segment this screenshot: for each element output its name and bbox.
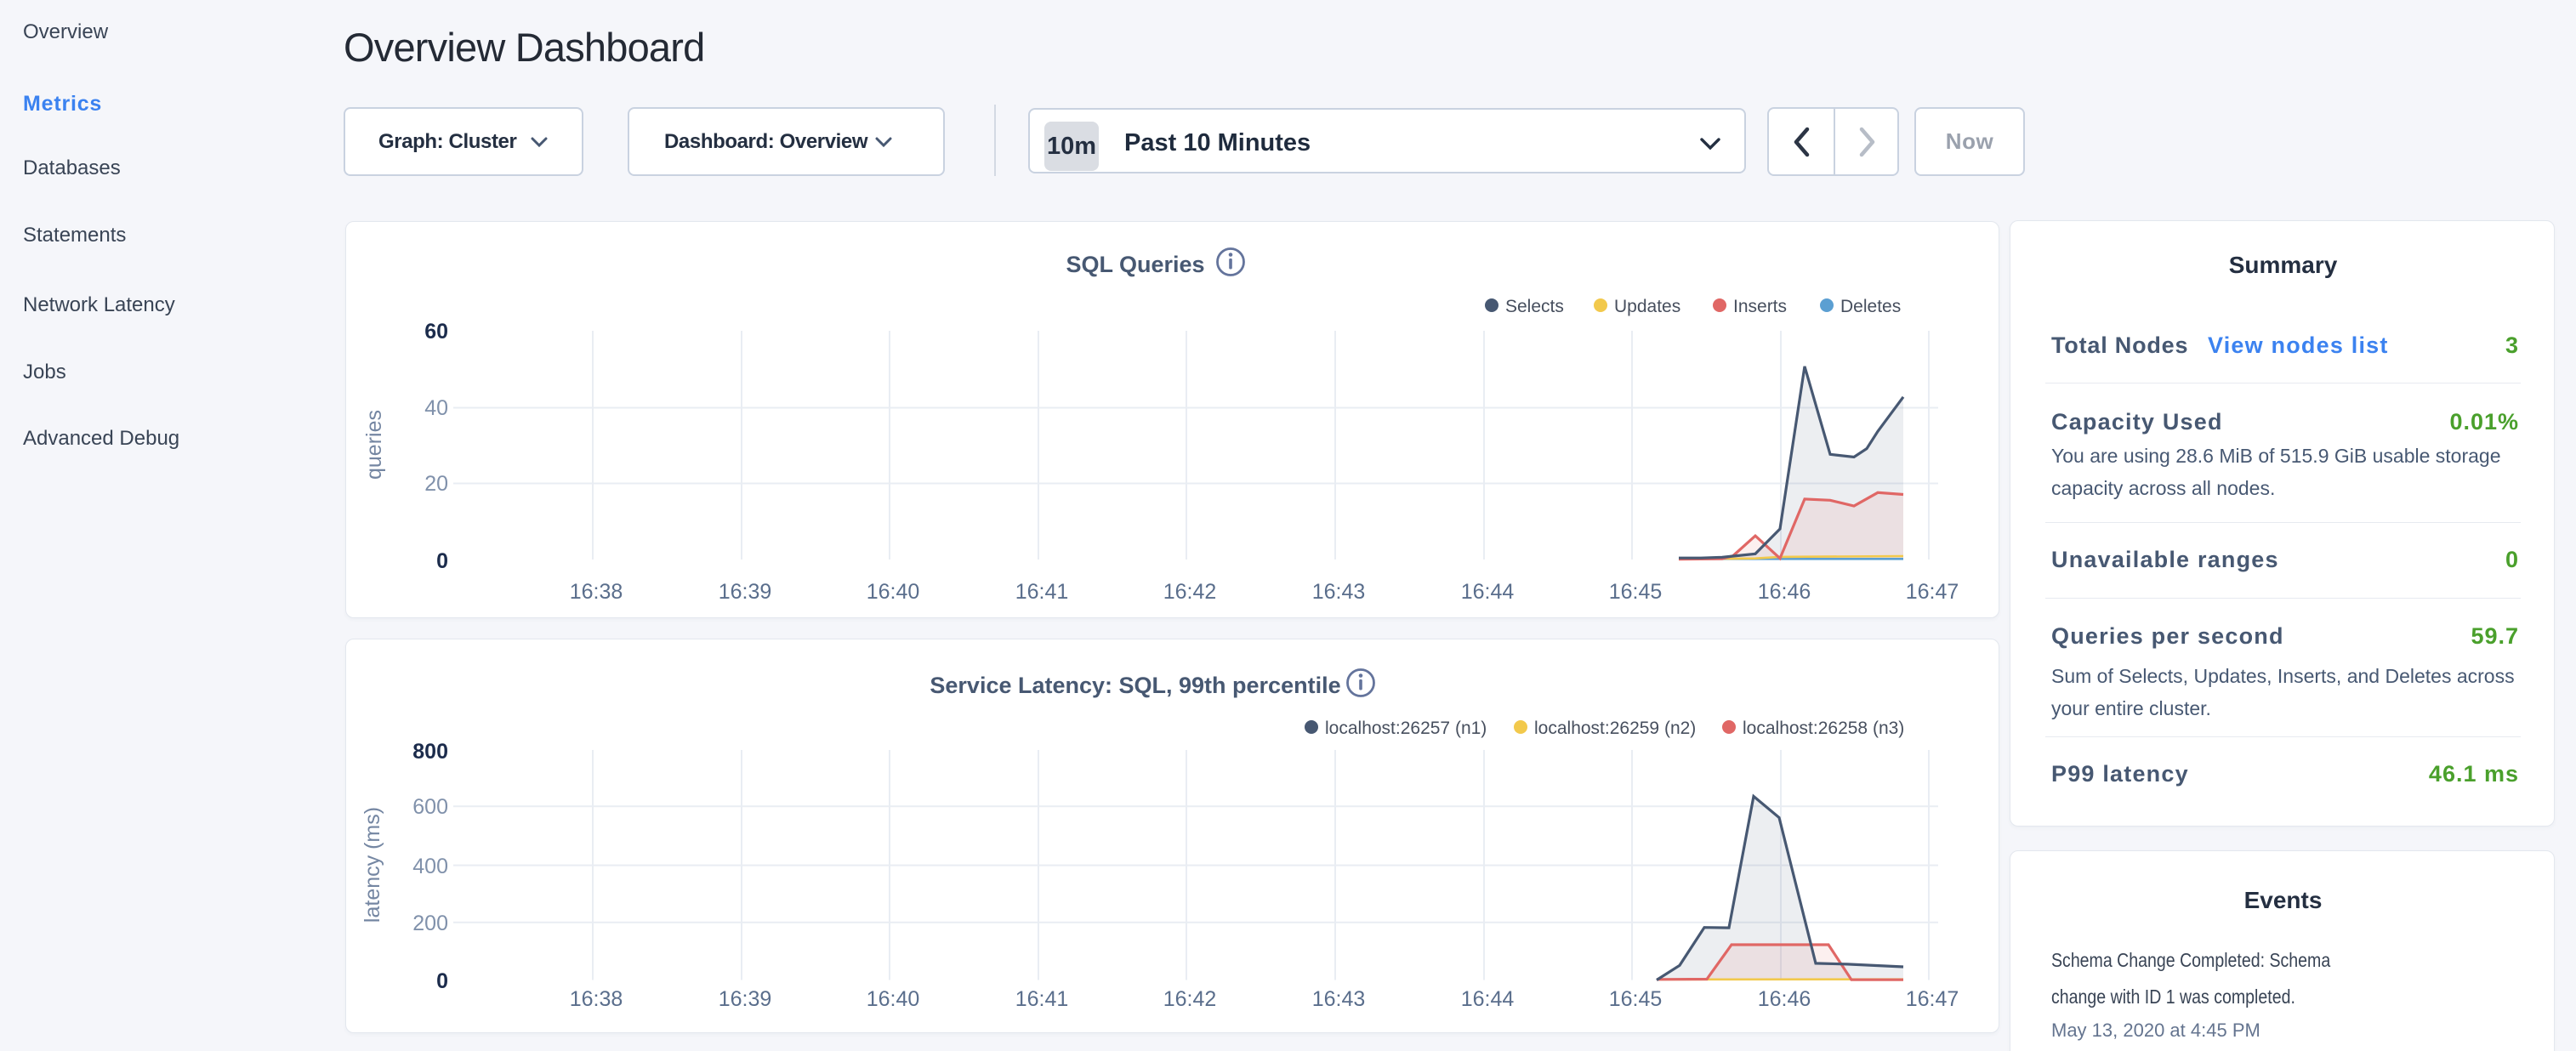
svg-text:16:41: 16:41 <box>1015 580 1069 604</box>
svg-text:800: 800 <box>412 740 448 764</box>
svg-text:600: 600 <box>412 795 448 819</box>
svg-text:Updates: Updates <box>1614 297 1680 316</box>
svg-text:0: 0 <box>436 549 448 573</box>
svg-text:16:47: 16:47 <box>1906 580 1959 604</box>
svg-text:0: 0 <box>436 969 448 993</box>
svg-text:Deletes: Deletes <box>1840 297 1901 316</box>
svg-text:16:40: 16:40 <box>867 580 920 604</box>
svg-text:localhost:26258 (n3): localhost:26258 (n3) <box>1743 719 1904 738</box>
svg-text:SQL Queries: SQL Queries <box>1066 252 1204 277</box>
svg-text:40: 40 <box>424 396 448 420</box>
svg-text:localhost:26259 (n2): localhost:26259 (n2) <box>1534 719 1696 738</box>
svg-text:16:38: 16:38 <box>570 987 623 1011</box>
svg-text:20: 20 <box>424 472 448 496</box>
svg-text:16:46: 16:46 <box>1758 987 1811 1011</box>
svg-text:16:45: 16:45 <box>1609 580 1663 604</box>
svg-text:16:42: 16:42 <box>1163 987 1217 1011</box>
svg-text:Service Latency: SQL, 99th per: Service Latency: SQL, 99th percentile <box>930 673 1340 698</box>
svg-text:Inserts: Inserts <box>1733 297 1787 316</box>
svg-text:queries: queries <box>362 410 386 480</box>
svg-text:16:47: 16:47 <box>1906 987 1959 1011</box>
svg-text:latency (ms): latency (ms) <box>361 807 384 923</box>
svg-text:200: 200 <box>412 912 448 935</box>
svg-text:16:39: 16:39 <box>719 580 772 604</box>
svg-text:16:45: 16:45 <box>1609 987 1663 1011</box>
svg-text:16:38: 16:38 <box>570 580 623 604</box>
svg-text:Selects: Selects <box>1505 297 1564 316</box>
svg-text:16:40: 16:40 <box>867 987 920 1011</box>
svg-text:16:44: 16:44 <box>1461 987 1515 1011</box>
svg-text:16:42: 16:42 <box>1163 580 1217 604</box>
svg-text:400: 400 <box>412 855 448 878</box>
svg-text:16:46: 16:46 <box>1758 580 1811 604</box>
svg-text:16:44: 16:44 <box>1461 580 1515 604</box>
svg-text:localhost:26257 (n1): localhost:26257 (n1) <box>1325 719 1487 738</box>
svg-text:16:39: 16:39 <box>719 987 772 1011</box>
svg-text:60: 60 <box>424 320 448 344</box>
svg-text:16:43: 16:43 <box>1312 987 1366 1011</box>
svg-text:16:43: 16:43 <box>1312 580 1366 604</box>
svg-text:16:41: 16:41 <box>1015 987 1069 1011</box>
